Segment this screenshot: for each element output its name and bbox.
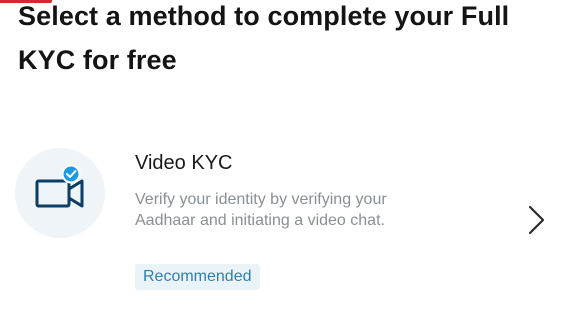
recommended-badge: Recommended (135, 264, 260, 290)
chevron-right-icon[interactable] (524, 204, 550, 236)
method-description: Verify your identity by verifying your A… (135, 191, 387, 229)
method-title: Video KYC (135, 152, 233, 174)
video-camera-icon (35, 164, 84, 208)
page-title: Select a method to complete your Full KY… (18, 1, 510, 75)
method-icon-container (15, 148, 105, 238)
video-kyc-option[interactable]: Video KYC Verify your identity by verify… (0, 140, 562, 300)
verified-check-icon (61, 164, 81, 184)
